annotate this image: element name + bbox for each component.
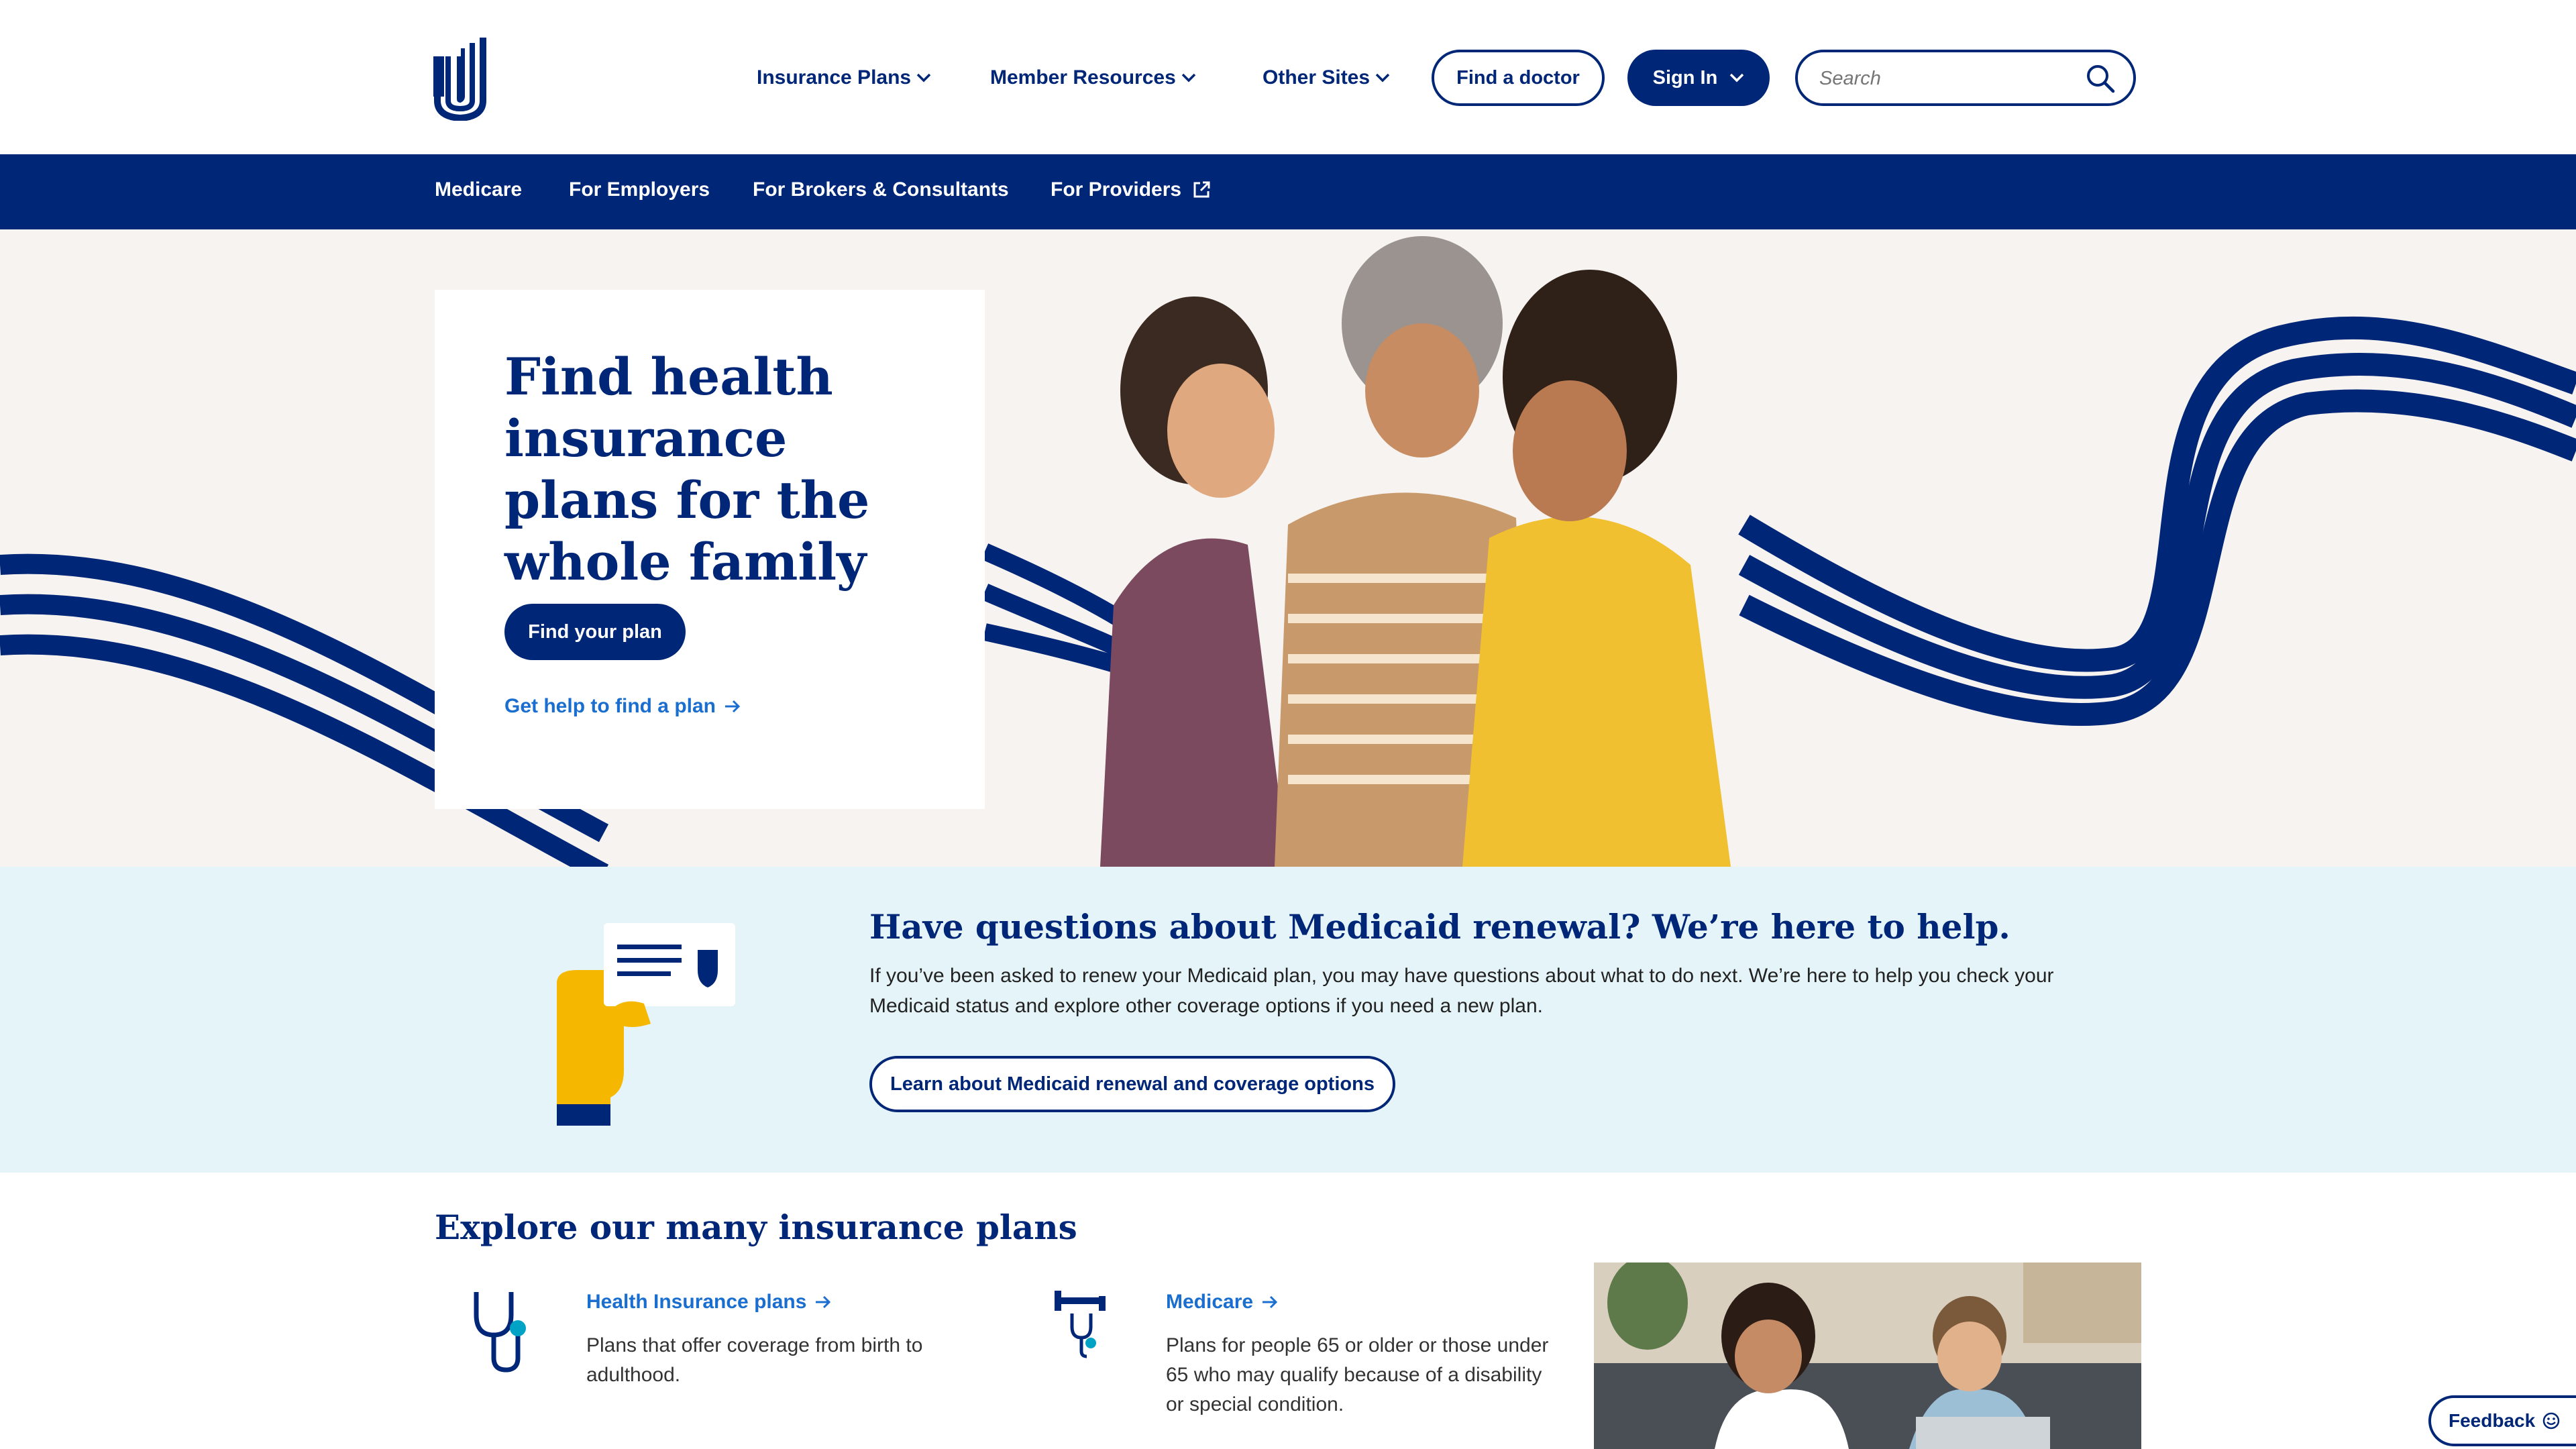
- brand-logo-icon[interactable]: [433, 34, 487, 121]
- chevron-down-icon: [1375, 73, 1390, 83]
- medicare-label: Medicare: [1166, 1291, 1254, 1313]
- medicaid-renewal-section: Have questions about Medicaid renewal? W…: [0, 867, 2576, 1173]
- medicaid-renewal-label: Learn about Medicaid renewal and coverag…: [890, 1073, 1375, 1095]
- search-box: [1795, 50, 2136, 106]
- find-doctor-button[interactable]: Find a doctor: [1432, 50, 1605, 106]
- sign-in-button[interactable]: Sign In: [1627, 50, 1770, 106]
- arrow-right-icon: [816, 1295, 831, 1309]
- get-help-label: Get help to find a plan: [504, 695, 716, 717]
- chevron-down-icon: [1181, 73, 1196, 83]
- subnav-item-label: Medicare: [435, 178, 523, 201]
- nav-member-resources-label: Member Resources: [990, 66, 1176, 89]
- subnav-item-label: For Brokers & Consultants: [753, 178, 1009, 201]
- sign-in-label: Sign In: [1652, 66, 1718, 89]
- find-your-plan-button[interactable]: Find your plan: [504, 604, 686, 660]
- chevron-down-icon: [916, 73, 931, 83]
- site-header: Insurance Plans Member Resources Other S…: [0, 0, 2576, 154]
- search-icon[interactable]: [2085, 63, 2116, 94]
- find-your-plan-label: Find your plan: [528, 621, 662, 643]
- health-insurance-plans-link[interactable]: Health Insurance plans: [586, 1291, 832, 1313]
- medicare-description: Plans for people 65 or older or those un…: [1166, 1334, 1549, 1415]
- external-link-icon: [1193, 181, 1210, 198]
- arrow-right-icon: [725, 700, 741, 713]
- subnav-item-label: For Employers: [569, 178, 710, 201]
- hero-card: Find health insurance plans for the whol…: [435, 290, 985, 809]
- chevron-down-icon: [1730, 73, 1744, 83]
- explore-plans-title: Explore our many insurance plans: [435, 1208, 1077, 1247]
- subnav-item-label: For Providers: [1051, 178, 1182, 201]
- nav-insurance-plans[interactable]: Insurance Plans: [757, 64, 931, 91]
- nav-other-sites-label: Other Sites: [1263, 66, 1371, 89]
- medicare-link[interactable]: Medicare: [1166, 1291, 1279, 1313]
- subnav-item-providers[interactable]: For Providers: [1051, 178, 1211, 201]
- get-help-link[interactable]: Get help to find a plan: [504, 695, 741, 718]
- audience-nav: Medicare For Employers For Brokers & Con…: [0, 154, 2576, 229]
- medicaid-renewal-button[interactable]: Learn about Medicaid renewal and coverag…: [869, 1056, 1395, 1112]
- medicare-icon: [1055, 1291, 1106, 1358]
- nav-other-sites[interactable]: Other Sites: [1263, 64, 1390, 91]
- subnav-item-medicare[interactable]: Medicare: [435, 178, 522, 201]
- medicaid-description: If you’ve been asked to renew your Medic…: [869, 965, 2054, 1017]
- feedback-label: Feedback: [2449, 1410, 2536, 1431]
- search-input[interactable]: [1818, 63, 2076, 94]
- arrow-right-icon: [1263, 1295, 1278, 1309]
- find-doctor-label: Find a doctor: [1456, 66, 1580, 89]
- subnav-item-employers[interactable]: For Employers: [569, 178, 710, 201]
- health-insurance-plans-label: Health Insurance plans: [586, 1291, 807, 1313]
- smiley-icon: [2542, 1412, 2560, 1430]
- feedback-button[interactable]: Feedback: [2428, 1395, 2576, 1446]
- hand-holding-card-icon: [557, 923, 735, 1126]
- medicaid-title: Have questions about Medicaid renewal? W…: [869, 907, 2010, 947]
- subnav-item-brokers[interactable]: For Brokers & Consultants: [753, 178, 1009, 201]
- family-photo: [1100, 236, 1731, 867]
- nav-member-resources[interactable]: Member Resources: [990, 64, 1196, 91]
- hero-title: Find health insurance plans for the whol…: [504, 347, 870, 592]
- family-laptop-photo: [1594, 1263, 2141, 1449]
- stethoscope-icon: [474, 1292, 526, 1373]
- hero-banner: Find health insurance plans for the whol…: [0, 229, 2576, 867]
- nav-insurance-plans-label: Insurance Plans: [757, 66, 912, 89]
- family-laptop-image: [1594, 1263, 2141, 1449]
- health-insurance-plans-description: Plans that offer coverage from birth to …: [586, 1334, 923, 1386]
